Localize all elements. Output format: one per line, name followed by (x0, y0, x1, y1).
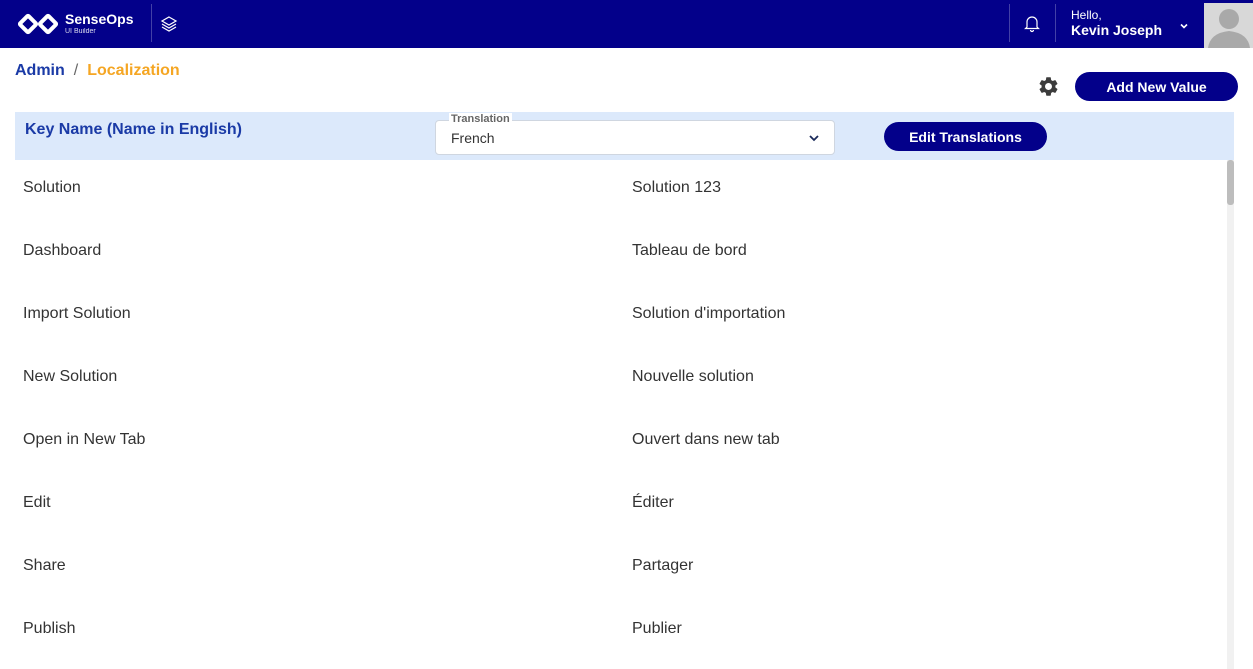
bell-icon[interactable] (1022, 13, 1042, 33)
translation-cell: Tableau de bord (632, 242, 747, 259)
breadcrumb-separator: / (73, 62, 79, 79)
table-row[interactable]: Open in New Tab Ouvert dans new tab (15, 412, 1225, 475)
table-header: Key Name (Name in English) Translation F… (15, 112, 1234, 160)
chevron-down-icon (809, 135, 819, 142)
avatar[interactable] (1204, 3, 1253, 48)
translation-cell: Solution 123 (632, 179, 721, 196)
translation-cell: Ouvert dans new tab (632, 431, 780, 448)
key-cell: Share (23, 557, 66, 574)
translation-cell: Solution d'importation (632, 305, 786, 322)
chevron-down-icon[interactable] (1179, 22, 1189, 30)
senseops-logo-icon[interactable] (18, 10, 58, 38)
key-cell: Open in New Tab (23, 431, 146, 448)
key-name-header: Key Name (Name in English) (25, 121, 242, 138)
key-cell: Publish (23, 620, 76, 637)
divider (1055, 4, 1056, 42)
translation-cell: Publier (632, 620, 682, 637)
key-cell: Edit (23, 494, 51, 511)
translation-label: Translation (449, 113, 512, 125)
key-cell: New Solution (23, 368, 118, 385)
translation-value: French (451, 130, 495, 146)
key-cell: Solution (23, 179, 81, 196)
translation-select[interactable]: Translation French (435, 113, 835, 155)
add-new-value-button[interactable]: Add New Value (1075, 72, 1238, 101)
top-bar: SenseOps UI Builder Hello, Kevin Joseph (0, 0, 1253, 48)
layers-icon[interactable] (159, 14, 179, 34)
breadcrumb-current: Localization (87, 62, 180, 79)
table-row[interactable]: Dashboard Tableau de bord (15, 223, 1225, 286)
scrollbar-thumb[interactable] (1227, 160, 1234, 205)
breadcrumb: Admin / Localization (15, 62, 180, 80)
translation-cell: Partager (632, 557, 694, 574)
vertical-scrollbar[interactable] (1227, 160, 1234, 669)
table-row[interactable]: Solution Solution 123 (15, 160, 1225, 223)
table-row[interactable]: Publish Publier (15, 601, 1225, 664)
translation-cell: Nouvelle solution (632, 368, 754, 385)
brand-name: SenseOps (65, 11, 134, 27)
gear-icon[interactable] (1037, 75, 1060, 98)
table-row[interactable]: Share Partager (15, 538, 1225, 601)
divider (151, 4, 152, 42)
user-greeting[interactable]: Hello, Kevin Joseph (1071, 8, 1162, 38)
table-row[interactable]: Import Solution Solution d'importation (15, 286, 1225, 349)
edit-translations-button[interactable]: Edit Translations (884, 122, 1047, 151)
key-cell: Dashboard (23, 242, 102, 259)
brand: SenseOps UI Builder (65, 11, 133, 36)
table-row[interactable]: New Solution Nouvelle solution (15, 349, 1225, 412)
hello-text: Hello, (1071, 8, 1102, 22)
breadcrumb-admin[interactable]: Admin (15, 62, 65, 79)
user-silhouette-icon (1208, 9, 1250, 48)
user-name: Kevin Joseph (1071, 22, 1163, 38)
translation-list: Solution Solution 123 Dashboard Tableau … (15, 160, 1225, 669)
translation-cell: Éditer (632, 494, 674, 511)
brand-subtitle: UI Builder (65, 28, 96, 35)
table-row[interactable]: Edit Éditer (15, 475, 1225, 538)
divider (1009, 4, 1010, 42)
key-cell: Import Solution (23, 305, 131, 322)
